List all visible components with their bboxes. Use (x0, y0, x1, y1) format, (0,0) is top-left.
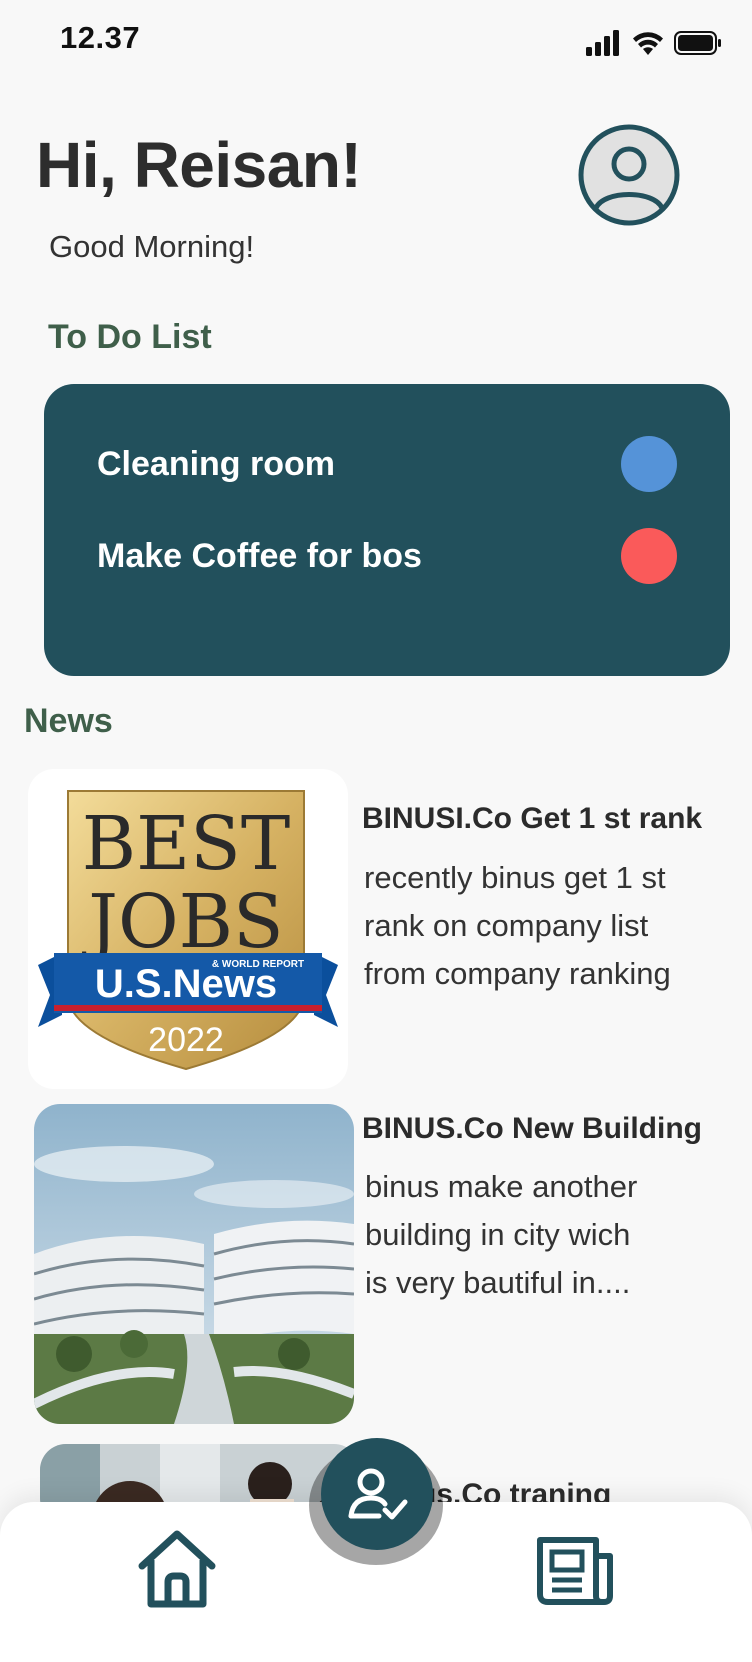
user-profile-icon (578, 124, 680, 226)
news-body-line: building in city wich (365, 1217, 631, 1252)
news-headline[interactable]: BINUSI.Co Get 1 st rank (362, 802, 702, 836)
todo-item-label: Make Coffee for bos (97, 536, 422, 575)
news-image-best-jobs-badge[interactable]: BEST JOBS & WORLD REPORT U.S.News 2022 (28, 769, 348, 1089)
todo-card: Cleaning room Make Coffee for bos (44, 384, 730, 676)
status-time: 12.37 (60, 20, 141, 55)
news-body-line: from company ranking (364, 956, 671, 991)
badge-text-best: BEST (82, 801, 290, 887)
badge-text-usnews: U.S.News (95, 962, 277, 1006)
avatar-button[interactable] (578, 124, 680, 226)
todo-item[interactable]: Make Coffee for bos (97, 528, 677, 584)
badge-text-year: 2022 (148, 1021, 224, 1059)
greeting-subtitle: Good Morning! (49, 229, 255, 264)
signal-icon (586, 30, 619, 56)
attendance-fab-button[interactable] (321, 1438, 433, 1550)
news-body: binus make another building in city wich… (365, 1163, 725, 1307)
home-icon (138, 1530, 216, 1608)
todo-section-title: To Do List (48, 318, 212, 356)
todo-item-label: Cleaning room (97, 444, 336, 483)
badge-text-jobs: JOBS (81, 879, 283, 965)
news-image-building[interactable] (34, 1104, 354, 1424)
newspaper-icon (537, 1537, 613, 1605)
greeting-title: Hi, Reisan! (36, 129, 362, 201)
news-body-line: binus make another (365, 1169, 638, 1204)
user-check-icon (348, 1468, 408, 1520)
news-body-line: rank on company list (364, 908, 649, 943)
news-body-line: is very bautiful in.... (365, 1265, 631, 1300)
status-icons (586, 30, 722, 56)
nav-home-button[interactable] (136, 1528, 218, 1615)
nav-news-button[interactable] (534, 1534, 616, 1611)
wifi-icon (633, 32, 663, 55)
todo-status-dot[interactable] (621, 528, 677, 584)
battery-icon (674, 31, 721, 55)
todo-item[interactable]: Cleaning room (97, 436, 677, 492)
news-body-line: recently binus get 1 st (364, 860, 666, 895)
news-body: recently binus get 1 st rank on company … (364, 854, 724, 998)
todo-status-dot[interactable] (621, 436, 677, 492)
news-section-title: News (24, 702, 113, 740)
news-headline[interactable]: BINUS.Co New Building (362, 1112, 702, 1146)
